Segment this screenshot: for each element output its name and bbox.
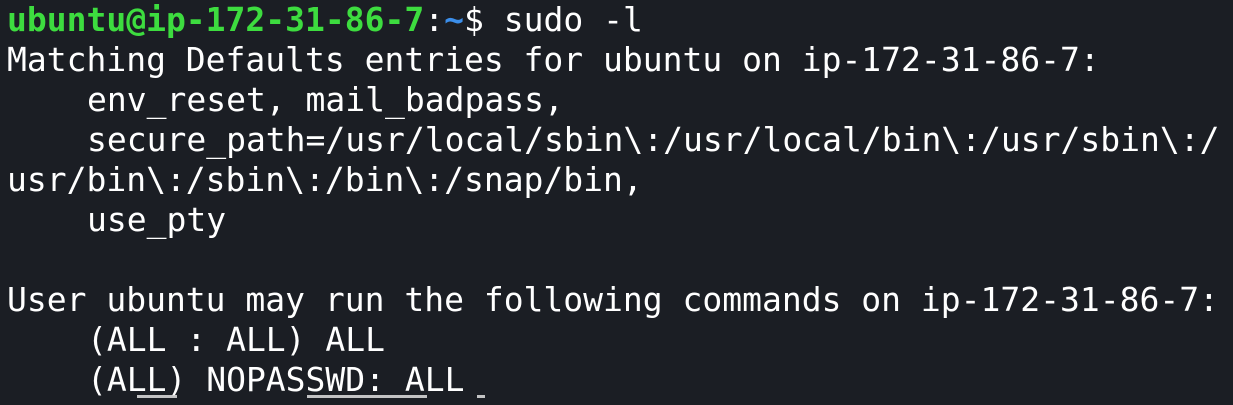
output-line-secure-path-wrap: usr/bin\:/sbin\:/bin\:/snap/bin,	[7, 160, 643, 199]
output-line-env-reset: env_reset, mail_badpass,	[87, 80, 564, 119]
prompt-command: sudo -l	[503, 0, 643, 39]
prompt-symbol: $	[463, 0, 504, 39]
prompt-separator: :	[424, 0, 445, 39]
terminal-window[interactable]: ubuntu@ip-172-31-86-7:~$ sudo -l Matchin…	[0, 0, 1233, 405]
output-line-nopasswd: (ALL) NOPASSWD: ALL	[87, 360, 465, 399]
output-line-use-pty: use_pty	[87, 200, 227, 239]
prompt-user-host: ubuntu@ip-172-31-86-7	[7, 0, 425, 39]
output-line-commands-header: User ubuntu may run the following comman…	[7, 280, 1219, 319]
output-line-secure-path: secure_path=/usr/local/sbin\:/usr/local/…	[87, 120, 1220, 159]
prompt-path: ~	[444, 0, 464, 39]
output-line-all-all: (ALL : ALL) ALL	[87, 320, 386, 359]
output-line-defaults-header: Matching Defaults entries for ubuntu on …	[7, 40, 1100, 79]
clipped-next-line	[7, 395, 487, 405]
prompt-line: ubuntu@ip-172-31-86-7:~$ sudo -l	[7, 0, 643, 40]
